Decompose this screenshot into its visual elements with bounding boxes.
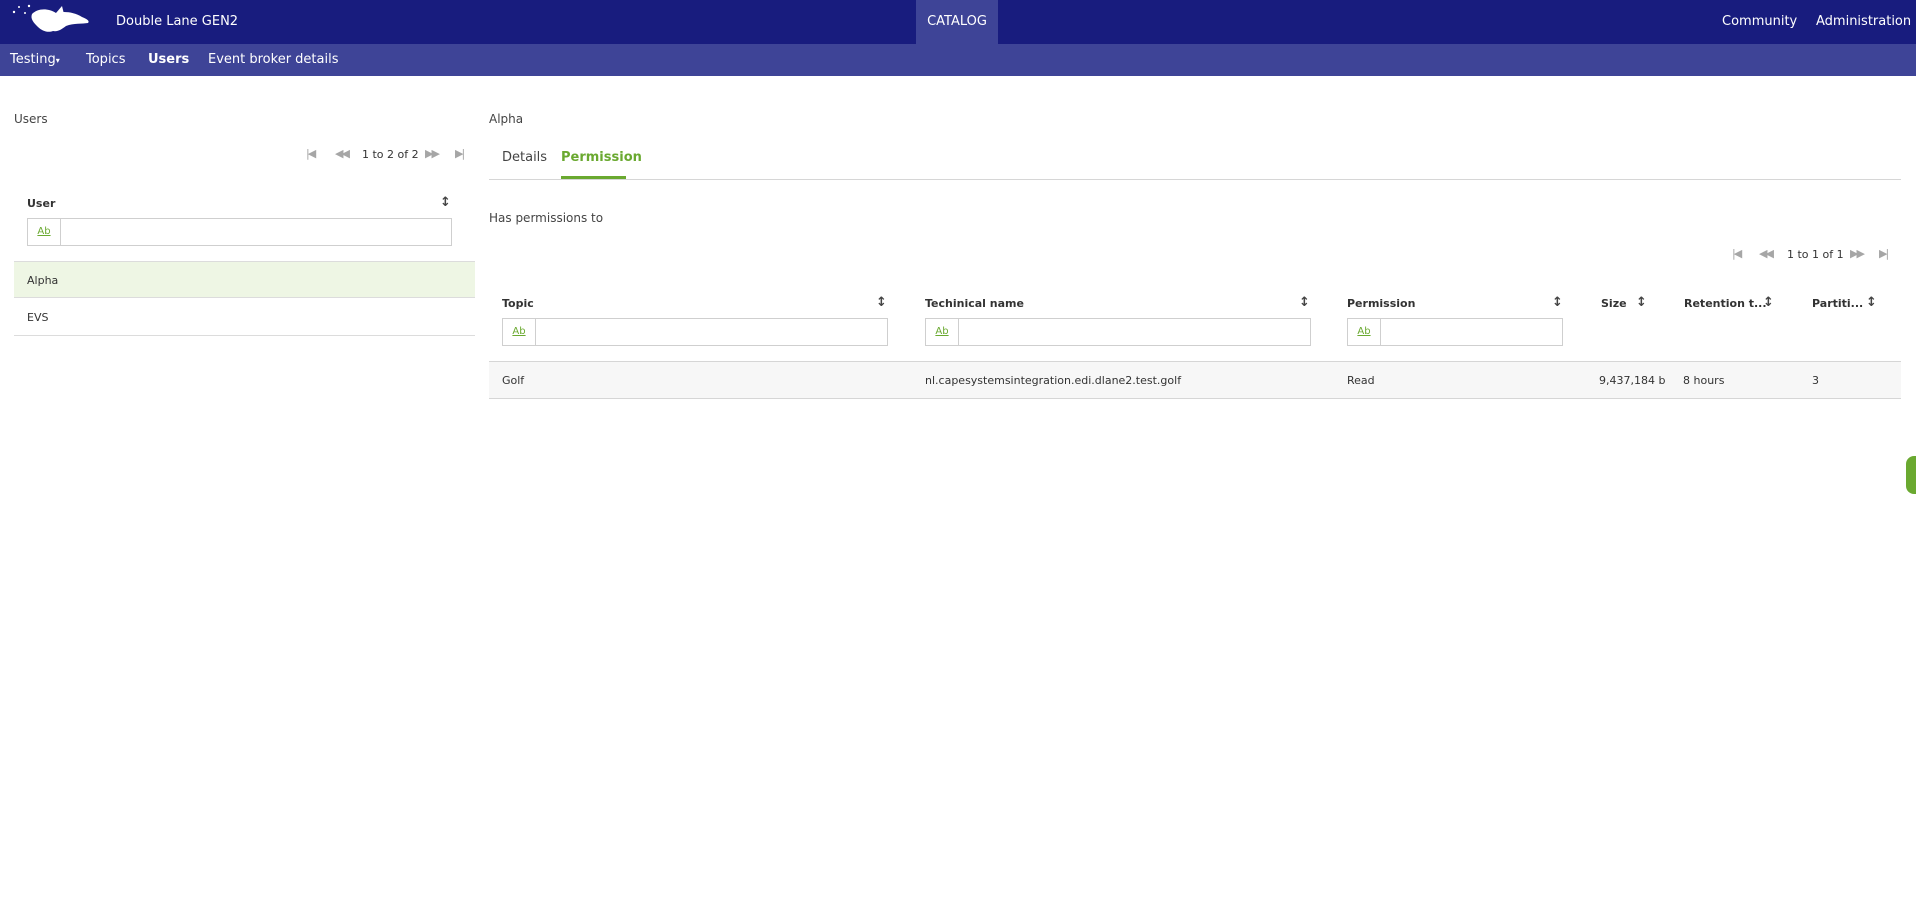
prev-page-icon[interactable]: ◀◀ <box>335 147 350 160</box>
first-page-icon[interactable]: |◀ <box>1732 247 1742 260</box>
filter-mode-icon[interactable]: Ab <box>28 219 61 245</box>
cell-technical-name: nl.capesystemsintegration.edi.dlane2.tes… <box>925 374 1182 387</box>
column-header-permission[interactable]: Permission <box>1347 297 1415 310</box>
cell-permission: Read <box>1347 374 1375 387</box>
cell-partitions: 3 <box>1812 374 1819 387</box>
list-item[interactable]: Alpha <box>14 261 475 298</box>
first-page-icon[interactable]: |◀ <box>306 147 316 160</box>
column-header-size[interactable]: Size <box>1601 297 1627 310</box>
nav-event-broker-details[interactable]: Event broker details <box>208 52 339 67</box>
sort-icon[interactable]: ↕ <box>1552 295 1563 310</box>
filter-mode-icon[interactable]: Ab <box>503 319 536 345</box>
community-link[interactable]: Community <box>1722 14 1797 29</box>
nav-topics[interactable]: Topics <box>86 52 125 67</box>
column-header-topic[interactable]: Topic <box>502 297 534 310</box>
sort-icon[interactable]: ↕ <box>1636 295 1647 310</box>
technical-name-filter: Ab <box>925 318 1311 346</box>
last-page-icon[interactable]: ▶| <box>1879 247 1889 260</box>
user-filter-input[interactable] <box>61 219 451 243</box>
nav-testing[interactable]: Testing▾ <box>10 52 60 67</box>
user-name: Alpha <box>27 274 59 287</box>
top-bar: Double Lane GEN2 CATALOG Community Admin… <box>0 0 1916 44</box>
detail-title: Alpha <box>489 112 524 126</box>
column-header-partitions[interactable]: Partiti... <box>1812 297 1863 310</box>
prev-page-icon[interactable]: ◀◀ <box>1759 247 1774 260</box>
nav-testing-label: Testing <box>10 52 56 67</box>
app-title[interactable]: Double Lane GEN2 <box>116 14 238 29</box>
cell-size: 9,437,184 b <box>1599 374 1666 387</box>
sort-icon[interactable]: ↕ <box>1763 295 1774 310</box>
next-page-icon[interactable]: ▶▶ <box>425 147 440 160</box>
user-name: EVS <box>27 311 49 324</box>
cell-topic: Golf <box>502 374 525 387</box>
nav-users[interactable]: Users <box>148 52 189 67</box>
user-filter: Ab <box>27 218 452 246</box>
user-column-header[interactable]: User <box>27 197 55 210</box>
tab-permission[interactable]: Permission <box>561 150 642 165</box>
permissions-subtitle: Has permissions to <box>489 211 604 225</box>
permissions-pager-text: 1 to 1 of 1 <box>1787 248 1844 261</box>
feedback-tab[interactable] <box>1906 456 1916 494</box>
column-header-technical-name[interactable]: Techinical name <box>925 297 1024 310</box>
table-row[interactable]: Golf nl.capesystemsintegration.edi.dlane… <box>489 361 1901 399</box>
catalog-tab[interactable]: CATALOG <box>916 0 998 44</box>
caret-down-icon: ▾ <box>55 56 60 65</box>
topic-filter: Ab <box>502 318 888 346</box>
next-page-icon[interactable]: ▶▶ <box>1850 247 1865 260</box>
cell-retention: 8 hours <box>1683 374 1725 387</box>
last-page-icon[interactable]: ▶| <box>455 147 465 160</box>
column-header-retention[interactable]: Retention t... <box>1684 297 1767 310</box>
sort-icon[interactable]: ↕ <box>876 295 887 310</box>
filter-mode-icon[interactable]: Ab <box>1348 319 1381 345</box>
filter-mode-icon[interactable]: Ab <box>926 319 959 345</box>
tab-divider <box>489 179 1901 180</box>
administration-link[interactable]: Administration <box>1816 14 1911 29</box>
sort-icon[interactable]: ↕ <box>1299 295 1310 310</box>
sub-nav: Testing▾ Topics Users Event broker detai… <box>0 44 1916 76</box>
list-item[interactable]: EVS <box>14 299 475 336</box>
tab-details[interactable]: Details <box>502 150 547 165</box>
technical-name-filter-input[interactable] <box>959 319 1311 343</box>
topic-filter-input[interactable] <box>536 319 888 343</box>
sort-icon[interactable]: ↕ <box>1866 295 1877 310</box>
sort-icon[interactable]: ↕ <box>440 195 451 210</box>
users-pager-text: 1 to 2 of 2 <box>362 148 419 161</box>
permission-filter: Ab <box>1347 318 1563 346</box>
users-panel-title: Users <box>14 112 48 126</box>
permission-filter-input[interactable] <box>1381 319 1563 343</box>
logo-icon[interactable] <box>8 2 92 38</box>
